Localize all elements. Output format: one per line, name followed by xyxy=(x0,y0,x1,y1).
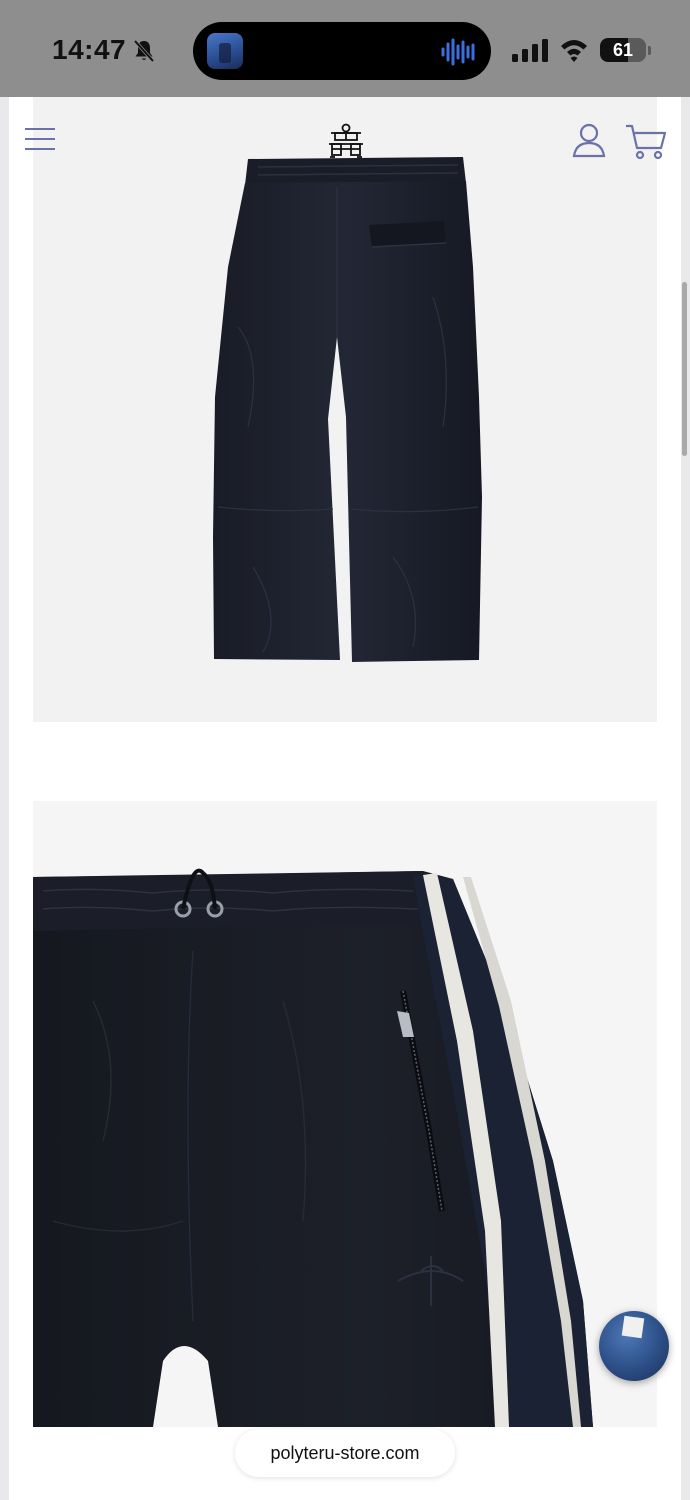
browser-url-bar[interactable]: polyteru-store.com xyxy=(235,1429,455,1477)
web-page xyxy=(9,97,681,1500)
site-header xyxy=(9,97,681,177)
status-time: 14:47 xyxy=(52,34,127,65)
brand-logo[interactable] xyxy=(327,123,365,159)
battery-percent: 61 xyxy=(612,40,634,60)
battery-icon: 61 xyxy=(600,38,646,62)
battery-cap xyxy=(648,46,651,55)
product-image-back-view[interactable] xyxy=(33,97,657,722)
status-bar: 14:47 61 xyxy=(0,0,690,97)
chat-widget-thumbnail xyxy=(621,1315,645,1339)
scrollbar[interactable] xyxy=(682,282,687,456)
audio-waveform-icon xyxy=(441,38,475,66)
account-icon[interactable] xyxy=(570,121,608,159)
menu-icon[interactable] xyxy=(23,125,57,153)
pants-back-illustration xyxy=(213,157,482,662)
dynamic-island[interactable] xyxy=(193,22,491,80)
bell-slash-icon xyxy=(133,39,155,63)
wifi-icon xyxy=(561,40,587,62)
signal-icon xyxy=(512,39,548,62)
product-image-detail-closeup[interactable] xyxy=(33,801,657,1427)
cart-icon[interactable] xyxy=(624,121,668,161)
now-playing-thumbnail xyxy=(207,33,243,69)
chat-widget-button[interactable] xyxy=(599,1311,669,1381)
pants-detail-illustration xyxy=(33,868,593,1427)
